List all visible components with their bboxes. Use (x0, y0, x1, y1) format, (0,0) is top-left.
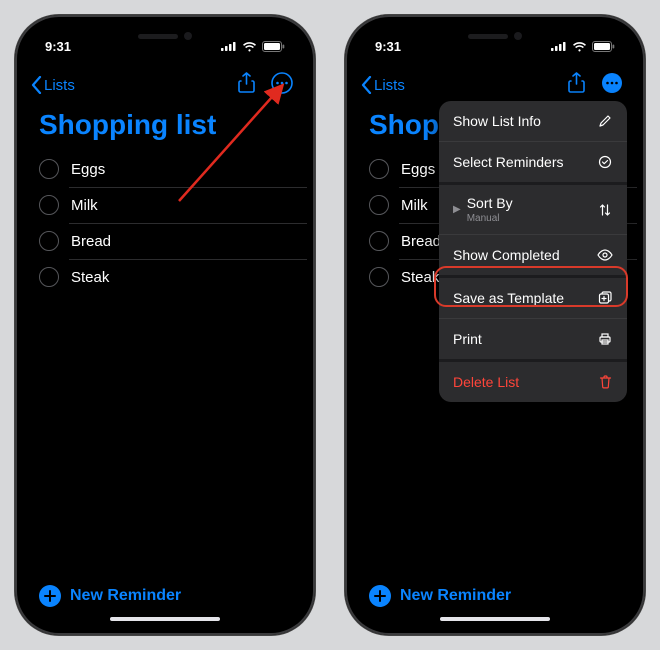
context-menu: Show List Info Select Reminders ▶ (439, 101, 627, 402)
menu-show-completed[interactable]: Show Completed (439, 234, 627, 275)
menu-label: Show List Info (453, 113, 541, 129)
menu-sort-by[interactable]: ▶ Sort By Manual (439, 182, 627, 234)
new-reminder-label: New Reminder (400, 587, 511, 605)
list-item[interactable]: Bread (23, 223, 307, 259)
home-indicator (110, 617, 220, 621)
chevron-right-icon: ▶ (453, 204, 461, 215)
nav-bar: Lists (23, 65, 307, 103)
plus-circle-icon (369, 585, 391, 607)
item-label: Bread (71, 233, 111, 250)
toggle-circle-icon[interactable] (369, 231, 389, 251)
wifi-icon (242, 41, 257, 52)
item-label: Steak (401, 269, 439, 286)
checkmark-circle-icon (597, 155, 613, 169)
printer-icon (597, 332, 613, 346)
new-reminder-button[interactable]: New Reminder (39, 585, 181, 607)
more-icon[interactable] (601, 72, 623, 99)
toggle-circle-icon[interactable] (39, 231, 59, 251)
back-label: Lists (44, 77, 75, 94)
home-indicator (440, 617, 550, 621)
menu-select-reminders[interactable]: Select Reminders (439, 141, 627, 182)
arrows-up-down-icon (597, 203, 613, 217)
list-item[interactable]: Milk (23, 187, 307, 223)
menu-print[interactable]: Print (439, 318, 627, 359)
item-label: Milk (401, 197, 428, 214)
more-icon[interactable] (271, 72, 293, 99)
phone-screen: 9:31 Lists (353, 23, 637, 627)
back-button[interactable]: Lists (361, 76, 405, 94)
menu-label: Delete List (453, 374, 519, 390)
item-label: Eggs (71, 161, 105, 178)
toggle-circle-icon[interactable] (369, 195, 389, 215)
item-label: Bread (401, 233, 441, 250)
item-label: Eggs (401, 161, 435, 178)
battery-icon (262, 41, 285, 52)
back-label: Lists (374, 77, 405, 94)
back-button[interactable]: Lists (31, 76, 75, 94)
new-reminder-button[interactable]: New Reminder (369, 585, 511, 607)
status-time: 9:31 (45, 39, 71, 54)
plus-circle-icon (39, 585, 61, 607)
phone-screen: 9:31 Lists (23, 23, 307, 627)
share-icon[interactable] (238, 72, 255, 98)
nav-bar: Lists (353, 65, 637, 103)
menu-show-list-info[interactable]: Show List Info (439, 101, 627, 141)
menu-label: Save as Template (453, 290, 564, 306)
menu-subtitle: Manual (467, 213, 513, 224)
phone-notch (440, 23, 550, 49)
cellular-icon (551, 41, 567, 51)
menu-delete-list[interactable]: Delete List (439, 359, 627, 402)
menu-label: Print (453, 331, 482, 347)
template-icon (597, 291, 613, 305)
list-title: Shopping list (23, 103, 307, 151)
toggle-circle-icon[interactable] (39, 195, 59, 215)
toggle-circle-icon[interactable] (39, 159, 59, 179)
toggle-circle-icon[interactable] (369, 267, 389, 287)
phone-notch (110, 23, 220, 49)
pencil-icon (597, 114, 613, 128)
share-icon[interactable] (568, 72, 585, 98)
phone-frame-right: 9:31 Lists (345, 15, 645, 635)
item-label: Steak (71, 269, 109, 286)
list-item[interactable]: Eggs (23, 151, 307, 187)
cellular-icon (221, 41, 237, 51)
menu-save-as-template[interactable]: Save as Template (439, 275, 627, 318)
new-reminder-label: New Reminder (70, 587, 181, 605)
phone-frame-left: 9:31 Lists (15, 15, 315, 635)
menu-label: Show Completed (453, 247, 560, 263)
item-label: Milk (71, 197, 98, 214)
menu-label: Select Reminders (453, 154, 564, 170)
toggle-circle-icon[interactable] (369, 159, 389, 179)
toggle-circle-icon[interactable] (39, 267, 59, 287)
battery-icon (592, 41, 615, 52)
trash-icon (597, 375, 613, 389)
list-item[interactable]: Steak (23, 259, 307, 295)
menu-label: Sort By (467, 195, 513, 211)
reminders-list: Eggs Milk Bread Steak (23, 151, 307, 295)
wifi-icon (572, 41, 587, 52)
eye-icon (597, 249, 613, 261)
status-time: 9:31 (375, 39, 401, 54)
